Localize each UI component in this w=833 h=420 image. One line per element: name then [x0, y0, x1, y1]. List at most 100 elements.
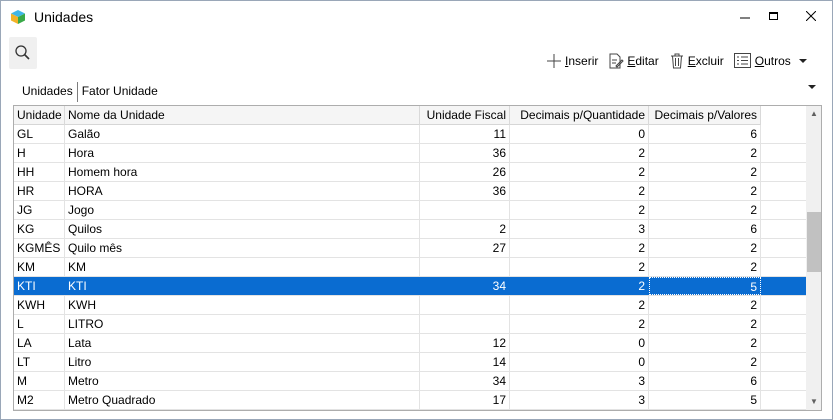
column-header[interactable]: Nome da Unidade: [65, 106, 420, 125]
tab-unidades[interactable]: Unidades: [18, 82, 78, 102]
table-cell[interactable]: KM: [14, 258, 65, 276]
table-row[interactable]: KTI KTI 34 2 5: [14, 277, 806, 296]
table-cell[interactable]: Litro: [65, 353, 420, 371]
column-header[interactable]: Unidade Fiscal: [420, 106, 510, 125]
close-button[interactable]: [789, 1, 832, 32]
table-cell[interactable]: GL: [14, 125, 65, 143]
search-button[interactable]: [9, 37, 37, 69]
table-cell[interactable]: [420, 296, 510, 314]
edit-button[interactable]: Editar: [608, 53, 659, 69]
table-cell[interactable]: LITRO: [65, 315, 420, 333]
table-cell[interactable]: 2: [510, 315, 649, 333]
table-row[interactable]: M2 Metro Quadrado 17 3 5: [14, 391, 806, 410]
table-cell[interactable]: 2: [510, 182, 649, 200]
table-cell[interactable]: 2: [649, 315, 761, 333]
table-cell[interactable]: KTI: [14, 277, 65, 295]
table-row[interactable]: KM KM 2 2: [14, 258, 806, 277]
table-row[interactable]: GL Galão 11 0 6: [14, 125, 806, 144]
table-cell[interactable]: 2: [510, 258, 649, 276]
table-cell[interactable]: 12: [420, 334, 510, 352]
table-cell[interactable]: 2: [649, 239, 761, 257]
table-cell[interactable]: [420, 201, 510, 219]
table-cell[interactable]: 14: [420, 353, 510, 371]
table-cell[interactable]: KM: [65, 258, 420, 276]
table-row[interactable]: LA Lata 12 0 2: [14, 334, 806, 353]
table-cell[interactable]: 3: [510, 220, 649, 238]
table-row[interactable]: JG Jogo 2 2: [14, 201, 806, 220]
table-cell[interactable]: 36: [420, 144, 510, 162]
table-cell[interactable]: L: [14, 315, 65, 333]
delete-button[interactable]: Excluir: [669, 53, 724, 69]
maximize-button[interactable]: [759, 1, 789, 32]
table-cell[interactable]: Metro: [65, 372, 420, 390]
table-cell[interactable]: KWH: [14, 296, 65, 314]
table-cell[interactable]: H: [14, 144, 65, 162]
table-cell[interactable]: 2: [649, 334, 761, 352]
column-header[interactable]: Decimais p/Quantidade: [510, 106, 649, 125]
table-cell[interactable]: 27: [420, 239, 510, 257]
table-cell[interactable]: Quilo mês: [65, 239, 420, 257]
insert-button[interactable]: Inserir: [546, 53, 598, 69]
table-cell[interactable]: 2: [649, 163, 761, 181]
column-header[interactable]: Decimais p/Valores: [649, 106, 761, 125]
table-cell[interactable]: 3: [510, 391, 649, 409]
table-cell[interactable]: Metro Quadrado: [65, 391, 420, 409]
title-bar[interactable]: Unidades: [1, 1, 832, 32]
table-cell[interactable]: HR: [14, 182, 65, 200]
table-cell[interactable]: 6: [649, 220, 761, 238]
table-cell[interactable]: 0: [510, 353, 649, 371]
table-cell[interactable]: HORA: [65, 182, 420, 200]
table-cell[interactable]: 34: [420, 372, 510, 390]
table-cell[interactable]: 2: [510, 296, 649, 314]
table-cell[interactable]: 2: [510, 201, 649, 219]
table-row[interactable]: M Metro 34 3 6: [14, 372, 806, 391]
table-cell[interactable]: 17: [420, 391, 510, 409]
table-row[interactable]: KWH KWH 2 2: [14, 296, 806, 315]
scroll-down-icon[interactable]: ▼: [806, 394, 821, 410]
minimize-button[interactable]: [730, 1, 760, 32]
table-row[interactable]: H Hora 36 2 2: [14, 144, 806, 163]
column-header[interactable]: Unidade: [14, 106, 65, 125]
tab-fator-unidade[interactable]: Fator Unidade: [78, 82, 162, 102]
table-cell[interactable]: KTI: [65, 277, 420, 295]
table-cell[interactable]: 2: [510, 144, 649, 162]
table-cell[interactable]: KG: [14, 220, 65, 238]
table-cell[interactable]: 2: [649, 144, 761, 162]
table-row[interactable]: HH Homem hora 26 2 2: [14, 163, 806, 182]
table-cell[interactable]: Galão: [65, 125, 420, 143]
scroll-up-icon[interactable]: ▲: [806, 106, 821, 122]
table-row[interactable]: HR HORA 36 2 2: [14, 182, 806, 201]
table-cell[interactable]: 36: [420, 182, 510, 200]
table-cell[interactable]: 0: [510, 334, 649, 352]
table-cell[interactable]: 6: [649, 125, 761, 143]
table-cell[interactable]: Quilos: [65, 220, 420, 238]
table-cell[interactable]: 5: [649, 391, 761, 409]
table-cell[interactable]: 2: [649, 182, 761, 200]
table-cell[interactable]: M2: [14, 391, 65, 409]
table-cell[interactable]: 2: [510, 163, 649, 181]
vertical-scrollbar[interactable]: ▲ ▼: [806, 106, 821, 410]
table-cell[interactable]: [420, 315, 510, 333]
table-cell[interactable]: 2: [649, 296, 761, 314]
scroll-thumb[interactable]: [807, 212, 821, 272]
table-row[interactable]: KG Quilos 2 3 6: [14, 220, 806, 239]
table-cell[interactable]: KWH: [65, 296, 420, 314]
table-row[interactable]: KGMÊS Quilo mês 27 2 2: [14, 239, 806, 258]
table-cell[interactable]: 26: [420, 163, 510, 181]
table-cell[interactable]: 2: [510, 277, 649, 295]
table-cell[interactable]: 2: [420, 220, 510, 238]
table-cell[interactable]: 0: [510, 125, 649, 143]
table-cell[interactable]: M: [14, 372, 65, 390]
table-cell[interactable]: Homem hora: [65, 163, 420, 181]
table-cell[interactable]: Jogo: [65, 201, 420, 219]
table-cell[interactable]: KGMÊS: [14, 239, 65, 257]
table-row[interactable]: LT Litro 14 0 2: [14, 353, 806, 372]
table-cell[interactable]: HH: [14, 163, 65, 181]
table-cell[interactable]: Hora: [65, 144, 420, 162]
table-cell[interactable]: 6: [649, 372, 761, 390]
others-button[interactable]: Outros: [733, 53, 809, 69]
table-cell[interactable]: LT: [14, 353, 65, 371]
table-cell[interactable]: 2: [649, 201, 761, 219]
table-cell[interactable]: 5: [649, 277, 761, 295]
table-cell[interactable]: 11: [420, 125, 510, 143]
